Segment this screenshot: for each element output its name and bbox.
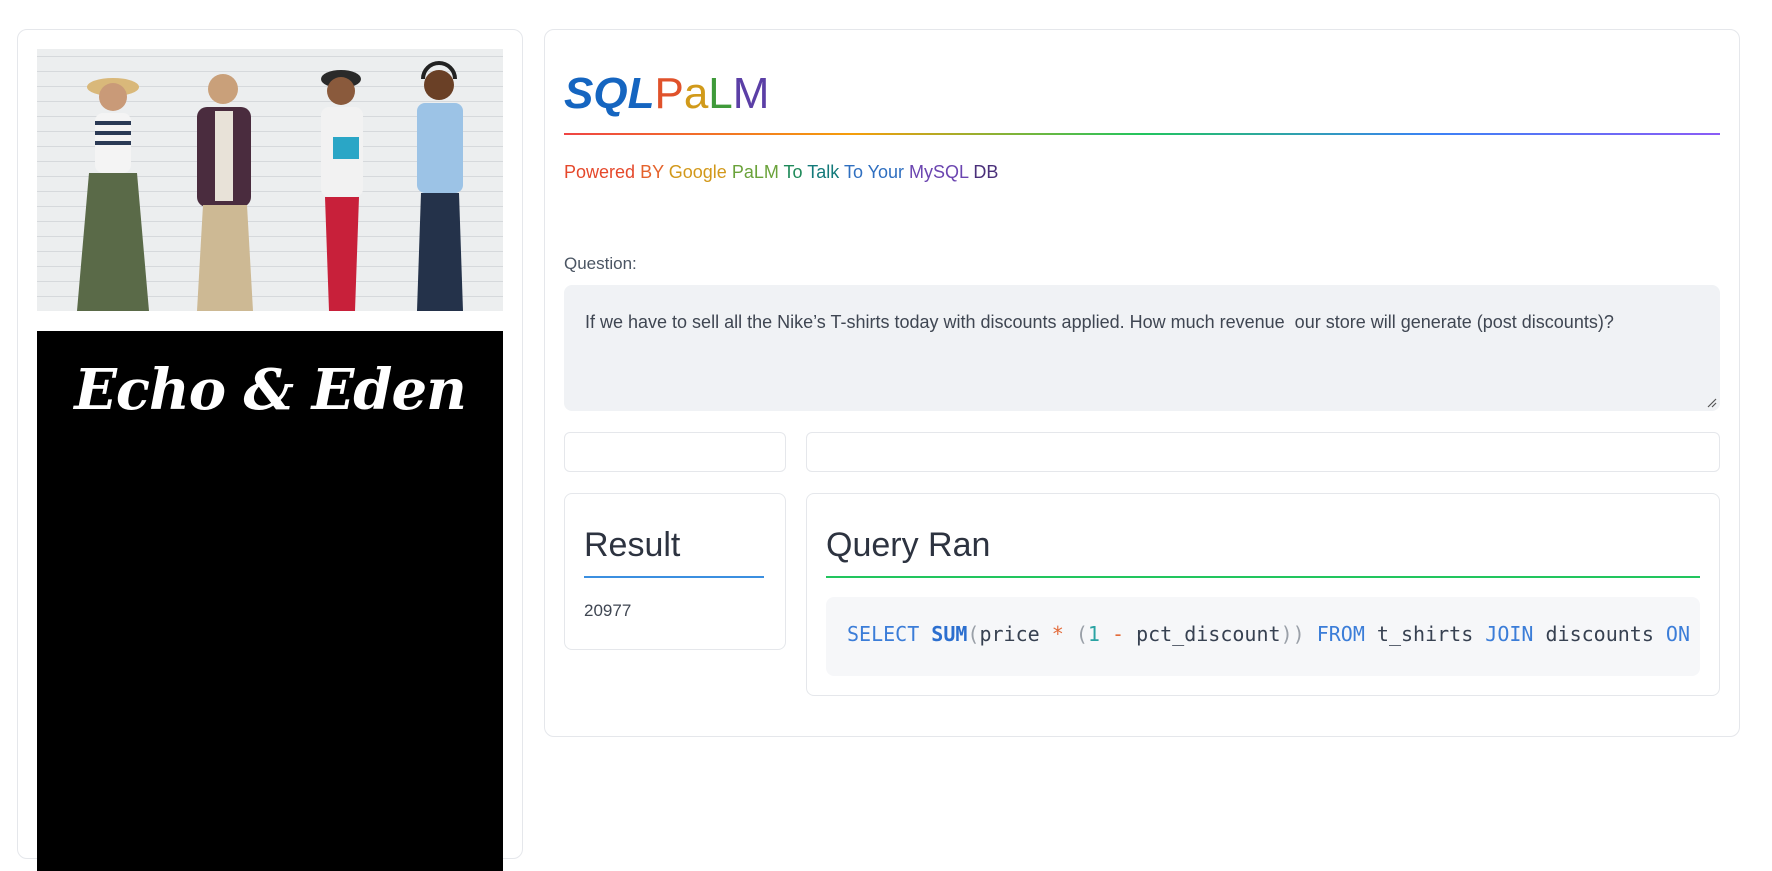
result-heading: Result [584, 526, 681, 564]
sql-token: t_shirts [1364, 622, 1486, 646]
sql-token: price [979, 622, 1040, 646]
app-title-letter: a [683, 69, 709, 118]
main-card: SQLPaLM Powered BY Google PaLM To Talk T… [544, 29, 1740, 737]
sql-token: FROM [1316, 622, 1365, 646]
action-input-left[interactable] [564, 432, 786, 472]
subtitle-word: Your [867, 162, 905, 182]
result-divider [584, 576, 764, 578]
app-title-letter: P [654, 69, 684, 118]
subtitle-word: To [843, 162, 863, 182]
action-input-right[interactable] [806, 432, 1720, 472]
sql-token: )) [1280, 622, 1305, 646]
sql-token: SUM [931, 622, 968, 646]
subtitle-word: DB [973, 162, 999, 182]
query-heading: Query Ran [826, 526, 991, 564]
hero-photo [37, 49, 503, 311]
brand-panel: Echo & Eden [37, 331, 503, 871]
sql-token: ( [1075, 622, 1088, 646]
app-title: SQLPaLM [564, 72, 769, 116]
app-title-letter: M [732, 69, 770, 118]
query-divider [826, 576, 1700, 578]
result-value: 20977 [584, 601, 632, 620]
subtitle-word: BY [640, 162, 664, 182]
query-card: Query Ran SELECT SUM(price * (1 - pct_di… [806, 493, 1720, 696]
subtitle-word: Talk [807, 162, 840, 182]
sql-token: discounts [1533, 622, 1666, 646]
app-title-letter: L [708, 69, 733, 118]
sql-token: JOIN [1485, 622, 1534, 646]
subtitle-word: PaLM [731, 162, 779, 182]
sql-code-block[interactable]: SELECT SUM(price * (1 - pct_discount)) F… [826, 597, 1700, 676]
subtitle-word: Powered [564, 162, 636, 182]
app-title-palm: PaLM [654, 69, 769, 118]
resize-handle-icon[interactable] [1707, 398, 1717, 408]
app-subtitle: Powered BY Google PaLM To Talk To Your M… [564, 162, 998, 183]
sql-token: SELECT [847, 622, 920, 646]
app-title-sql: SQL [564, 69, 655, 118]
subtitle-word: MySQL [909, 162, 969, 182]
sql-token: 1 [1087, 622, 1100, 646]
sql-token: * [1051, 622, 1064, 646]
subtitle-word: To [783, 162, 803, 182]
sql-token: pct_discount [1136, 622, 1281, 646]
sidebar-card: Echo & Eden [17, 29, 523, 871]
sql-token: ( [967, 622, 980, 646]
sql-token: ON [1665, 622, 1691, 646]
question-input[interactable]: If we have to sell all the Nike’s T-shir… [564, 285, 1720, 411]
result-card: Result 20977 [564, 493, 786, 650]
title-divider [564, 133, 1720, 135]
question-label: Question: [564, 254, 637, 273]
brand-logo-text: Echo & Eden [74, 357, 467, 423]
subtitle-word: Google [668, 162, 727, 182]
sql-token: - [1111, 622, 1125, 646]
